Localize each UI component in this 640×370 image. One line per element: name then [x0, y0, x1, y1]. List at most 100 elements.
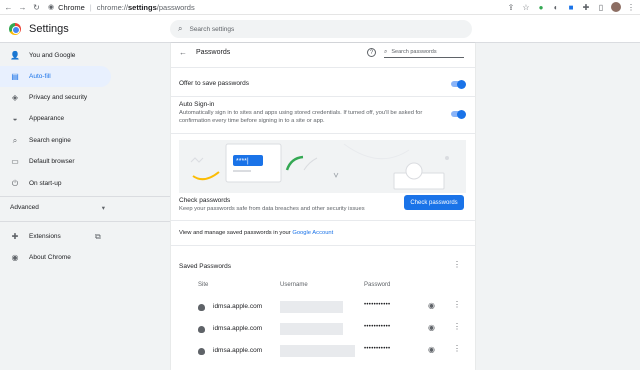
username-field	[280, 345, 355, 357]
check-passwords-description: Keep your passwords safe from data breac…	[179, 206, 365, 212]
sidebar-item-label: Default browser	[29, 158, 75, 165]
sidebar-item-label: Search engine	[29, 137, 71, 144]
star-icon[interactable]: ☆	[521, 2, 531, 12]
extension-blue-icon[interactable]: ■	[566, 2, 576, 12]
column-site: Site	[198, 282, 209, 288]
sidebar-item-appearance[interactable]: ◒ Appearance	[0, 108, 111, 129]
back-icon[interactable]: ←	[3, 2, 14, 13]
manage-text: View and manage saved passwords in your	[179, 230, 293, 236]
palette-icon: ◒	[12, 114, 18, 123]
sidebar-item-default-browser[interactable]: ▭ Default browser	[0, 151, 111, 172]
sidebar-item-search-engine[interactable]: ⌕ Search engine	[0, 130, 111, 151]
sidebar-advanced-toggle[interactable]: Advanced ▾	[10, 204, 105, 212]
more-actions-icon[interactable]: ⋮	[453, 322, 461, 331]
illustration-graphic: ****|	[190, 143, 449, 190]
passwords-title: Passwords	[196, 49, 231, 56]
search-icon: ⌕	[384, 48, 388, 55]
menu-icon[interactable]: ⋮	[626, 2, 636, 12]
passwords-card: ← Passwords ? ⌕ Search passwords Offer t…	[171, 43, 475, 370]
omnibox[interactable]: ◉ Chrome | chrome://settings/passwords	[48, 2, 195, 13]
divider	[171, 96, 475, 97]
chrome-icon: ◉	[11, 253, 19, 262]
url-host: chrome://	[96, 2, 129, 12]
back-arrow-icon[interactable]: ←	[179, 48, 187, 57]
saved-passwords-menu-icon[interactable]: ⋮	[453, 260, 461, 269]
apple-icon	[198, 326, 205, 333]
browser-toolbar: ← → ↻ ◉ Chrome | chrome://settings/passw…	[0, 0, 640, 15]
sidebar-item-you-and-google[interactable]: 👤 You and Google	[0, 45, 111, 66]
password-field: •••••••••••	[364, 346, 391, 352]
forward-icon[interactable]: →	[17, 2, 28, 13]
password-check-illustration: ****|	[179, 140, 466, 193]
sidebar-item-about[interactable]: ◉ About Chrome	[0, 247, 111, 268]
site-name: idmsa.apple.com	[213, 325, 263, 332]
power-icon: ⏻	[11, 178, 19, 188]
search-passwords-input[interactable]: ⌕ Search passwords	[384, 47, 464, 58]
sidebar: 👤 You and Google ▤ Auto-fill ◈ Privacy a…	[0, 43, 170, 370]
share-icon[interactable]: ⇪	[506, 2, 516, 12]
google-account-link[interactable]: Google Account	[292, 230, 333, 236]
puzzle-icon[interactable]: ✚	[581, 2, 591, 12]
site-name: idmsa.apple.com	[213, 303, 263, 310]
autofill-icon: ▤	[11, 72, 19, 81]
search-passwords-placeholder: Search passwords	[391, 49, 437, 55]
sidebar-divider	[0, 196, 170, 197]
sidebar-item-extensions[interactable]: ✚ Extensions ⧉	[0, 226, 160, 247]
person-icon: 👤	[10, 51, 20, 60]
sidebar-item-label: About Chrome	[29, 254, 71, 261]
open-in-new-icon: ⧉	[95, 231, 101, 241]
sidebar-item-label: You and Google	[29, 52, 76, 59]
show-password-icon[interactable]: ◉	[428, 345, 435, 354]
check-passwords-button[interactable]: Check passwords	[404, 195, 464, 210]
url-separator: |	[89, 2, 92, 12]
reload-icon[interactable]: ↻	[31, 2, 42, 13]
manage-passwords-text: View and manage saved passwords in your …	[179, 229, 333, 237]
table-row: idmsa.apple.com ••••••••••• ◉ ⋮	[171, 319, 475, 341]
chrome-logo-icon	[9, 22, 21, 35]
offer-to-save-label: Offer to save passwords	[179, 80, 249, 87]
sidebar-item-label: On start-up	[29, 180, 62, 187]
offer-to-save-toggle[interactable]	[451, 79, 466, 89]
page-title: Settings	[29, 22, 69, 35]
search-placeholder: Search settings	[189, 25, 235, 33]
url-path-bold: settings	[128, 2, 157, 12]
divider	[171, 245, 475, 246]
puzzle-icon: ✚	[11, 232, 19, 241]
sidebar-item-label: Auto-fill	[29, 73, 51, 80]
chrome-icon: ◉	[48, 4, 55, 11]
settings-header: Settings ⌕ Search settings	[0, 15, 640, 43]
sidebar-item-label: Extensions	[29, 233, 61, 240]
column-password: Password	[364, 282, 391, 288]
show-password-icon[interactable]: ◉	[428, 323, 435, 332]
table-row: idmsa.apple.com ••••••••••• ◉ ⋮	[171, 297, 475, 319]
advanced-label: Advanced	[10, 204, 39, 211]
sidepanel-icon[interactable]: ▯	[596, 2, 606, 12]
extension-circle-icon[interactable]: ◐	[551, 2, 561, 12]
sidebar-item-autofill[interactable]: ▤ Auto-fill	[0, 66, 111, 87]
password-field: •••••••••••	[364, 302, 391, 308]
divider	[171, 67, 475, 68]
more-actions-icon[interactable]: ⋮	[453, 300, 461, 309]
more-actions-icon[interactable]: ⋮	[453, 344, 461, 353]
search-icon: ⌕	[178, 24, 183, 33]
help-icon[interactable]: ?	[367, 48, 376, 57]
saved-passwords-title: Saved Passwords	[179, 263, 232, 270]
auto-signin-description-2: confirmation every time before signing i…	[179, 118, 325, 124]
sidebar-item-on-startup[interactable]: ⏻ On start-up	[0, 173, 111, 194]
sidebar-item-privacy[interactable]: ◈ Privacy and security	[0, 87, 111, 108]
extension-green-icon[interactable]: ●	[536, 2, 546, 12]
profile-avatar[interactable]	[611, 2, 621, 12]
sidebar-item-label: Appearance	[29, 115, 65, 122]
sidebar-item-label: Privacy and security	[29, 94, 88, 101]
sidebar-divider	[0, 221, 170, 222]
show-password-icon[interactable]: ◉	[428, 301, 435, 310]
chevron-down-icon: ▾	[101, 205, 105, 212]
settings-search-input[interactable]: ⌕ Search settings	[170, 20, 472, 38]
auto-signin-toggle[interactable]	[451, 109, 466, 119]
username-field	[280, 301, 343, 313]
table-row: idmsa.apple.com ••••••••••• ◉ ⋮	[171, 341, 475, 363]
auto-signin-label: Auto Sign-in	[179, 101, 215, 108]
tab-label: Chrome	[58, 2, 85, 12]
toolbar-actions: ⇪ ☆ ● ◐ ■ ✚ ▯ ⋮	[506, 2, 636, 12]
divider	[171, 133, 475, 134]
